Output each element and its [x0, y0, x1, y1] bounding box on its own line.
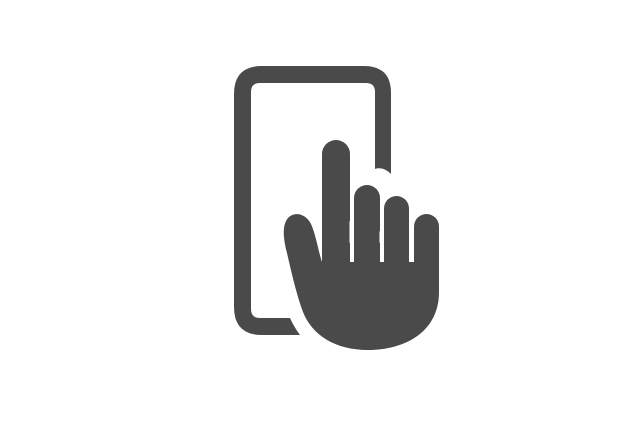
index-finger-icon — [322, 140, 350, 280]
touch-screen-icon — [234, 66, 439, 350]
icon-canvas — [0, 0, 640, 427]
